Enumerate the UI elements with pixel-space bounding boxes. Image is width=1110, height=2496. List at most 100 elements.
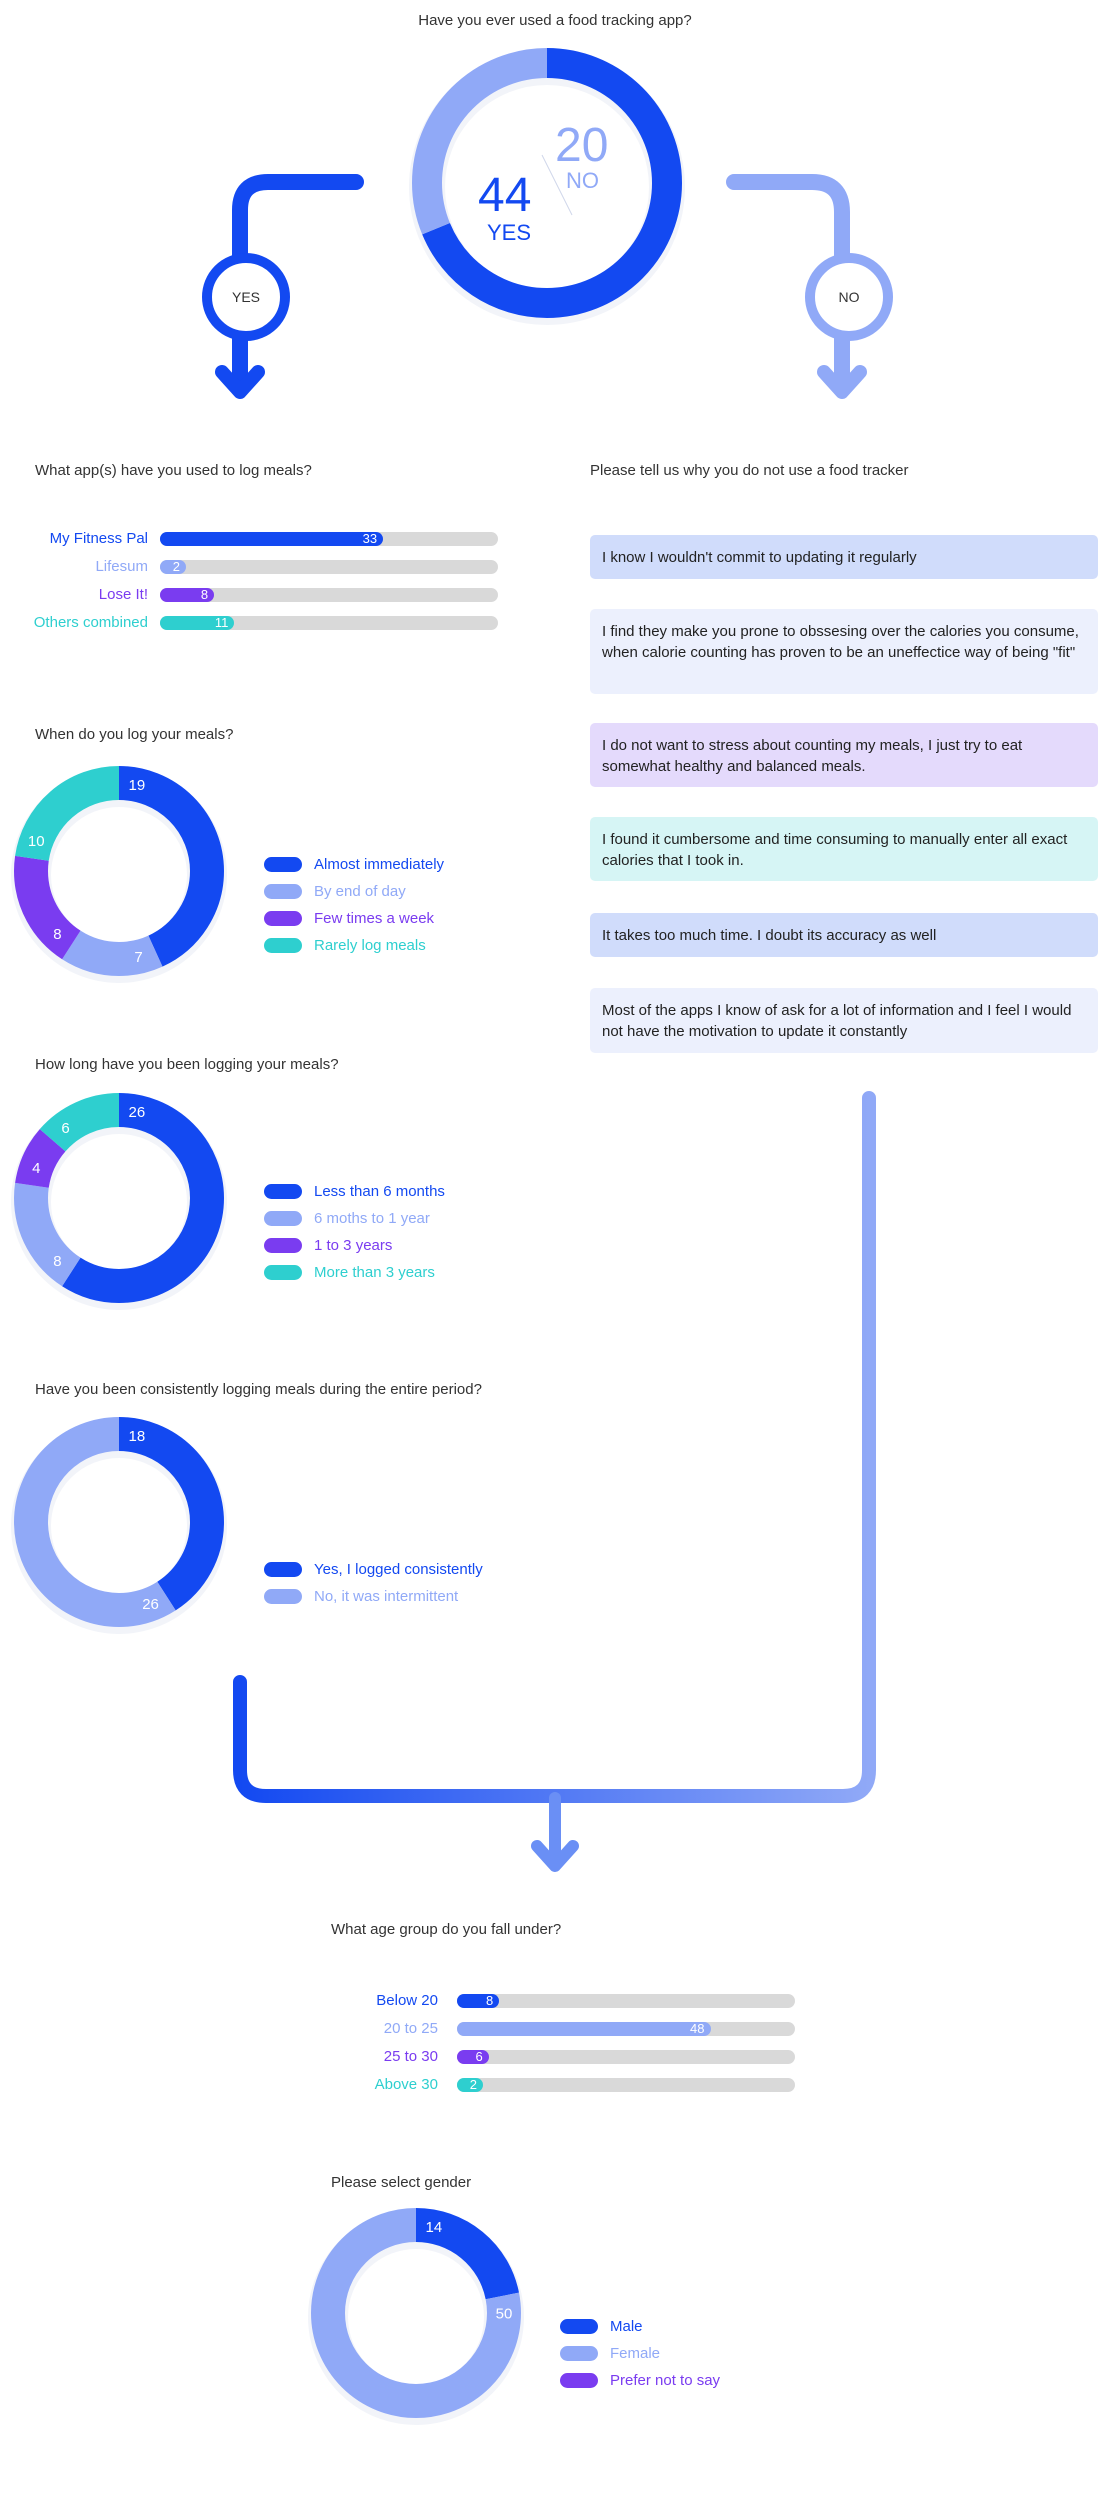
legend-label: More than 3 years: [314, 1264, 435, 1281]
legend-item-by-end-of-day: By end of day: [264, 878, 444, 905]
legend-item-less-than-6-months: Less than 6 months: [264, 1178, 445, 1205]
bar-label-above-30: Above 30: [374, 2076, 438, 2093]
slice-label-rarely-log-meals: 10: [28, 833, 45, 850]
legend-label: Female: [610, 2345, 661, 2362]
bar-value-25-to-30: 6: [475, 2049, 483, 2064]
bar-value-above-30: 2: [469, 2077, 477, 2092]
bar-value-lifesum: 2: [172, 559, 180, 574]
legend-label: Less than 6 months: [314, 1183, 445, 1200]
when-question: When do you log your meals?: [35, 726, 234, 743]
legend-item-6-moths-to-1-year: 6 moths to 1 year: [264, 1205, 445, 1232]
slice-label-female: 50: [496, 2306, 513, 2323]
gender-question: Please select gender: [331, 2174, 472, 2191]
howlong-legend: Less than 6 months 6 moths to 1 year 1 to …: [264, 1178, 445, 1286]
slice-label-male: 14: [426, 2219, 443, 2236]
slice-label-1-to-3-years: 4: [32, 1160, 40, 1177]
bar-label-lose-it: Lose It!: [98, 586, 148, 603]
legend-label: Rarely log meals: [314, 937, 426, 954]
bar-label-below-20: Below 20: [376, 1992, 438, 2009]
consistent-donut: 1826: [11, 1417, 227, 1634]
legend-item-rarely-log-meals: Rarely log meals: [264, 932, 444, 959]
legend-label: 1 to 3 years: [314, 1237, 393, 1254]
intro-yes-value: 44: [478, 169, 532, 222]
intro-divider: [541, 154, 573, 216]
bar-value-below-20: 8: [486, 1993, 494, 2008]
legend-swatch: [264, 1238, 302, 1253]
yes-node: YES: [202, 253, 290, 341]
bar-value-20-to-25: 48: [690, 2021, 705, 2036]
legend-item-male: Male: [560, 2313, 720, 2340]
reason-card-4: I found it cumbersome and time consuming…: [590, 817, 1098, 881]
bar-value-my-fitness-pal: 33: [362, 531, 378, 546]
legend-swatch: [264, 1589, 302, 1604]
legend-label: Almost immediately: [314, 856, 445, 873]
bar-label-25-to-30: 25 to 30: [383, 2048, 438, 2065]
legend-swatch: [264, 938, 302, 953]
legend-label: Prefer not to say: [610, 2372, 721, 2389]
legend-label: Few times a week: [314, 910, 435, 927]
legend-item-1-to-3-years: 1 to 3 years: [264, 1232, 445, 1259]
legend-swatch: [264, 884, 302, 899]
slice-label-yes-i-logged-consistently: 18: [129, 1428, 146, 1445]
consistent-question: Have you been consistently logging meals…: [35, 1381, 482, 1398]
legend-swatch: [264, 1211, 302, 1226]
bar-track: [457, 2050, 795, 2064]
legend-label: Male: [610, 2318, 643, 2335]
howlong-donut: 26 8 4 6: [11, 1093, 227, 1310]
apps-bar-chart: My Fitness Pal 33 Lifesum 2 Lose It! 8 Others …: [0, 530, 520, 650]
reason-card-3: I do not want to stress about counting m…: [590, 723, 1098, 787]
bar-track: [160, 560, 498, 574]
reasons-question: Please tell us why you do not use a food…: [590, 462, 909, 479]
slice-label-no-it-was-intermittent: 26: [142, 1596, 159, 1613]
yes-node-label: YES: [231, 289, 260, 305]
slice-label-6-moths-to-1-year: 8: [53, 1253, 61, 1270]
bar-label-my-fitness-pal: My Fitness Pal: [49, 530, 148, 547]
howlong-question: How long have you been logging your meal…: [35, 1056, 339, 1073]
bar-value-others-combined: 11: [214, 615, 229, 630]
reason-card-1: I know I wouldn't commit to updating it …: [590, 535, 1098, 579]
intro-yes-label: YES: [487, 220, 532, 245]
bar-track: [457, 1994, 795, 2008]
legend-item-almost-immediately: Almost immediately: [264, 851, 444, 878]
legend-swatch: [264, 857, 302, 872]
age-question: What age group do you fall under?: [331, 1921, 562, 1938]
gender-donut: 14 50: [308, 2208, 524, 2425]
when-legend: Almost immediately By end of day Few times…: [264, 851, 444, 959]
legend-swatch: [264, 1184, 302, 1199]
legend-swatch: [264, 1265, 302, 1280]
legend-item-no-it-was-intermittent: No, it was intermittent: [264, 1583, 483, 1610]
legend-label: 6 moths to 1 year: [314, 1210, 430, 1227]
legend-swatch: [560, 2319, 598, 2334]
no-node-label: NO: [838, 289, 860, 305]
slice-label-few-times-a-week: 8: [53, 926, 61, 943]
slice-label-more-than-3-years: 6: [61, 1120, 69, 1137]
legend-label: No, it was intermittent: [314, 1588, 459, 1605]
slice-label-less-than-6-months: 26: [129, 1104, 146, 1121]
legend-item-prefer-not-to-say: Prefer not to say: [560, 2367, 720, 2394]
no-node: NO: [805, 253, 893, 341]
gender-legend: Male Female Prefer not to say: [560, 2313, 720, 2394]
slice-label-almost-immediately: 19: [129, 777, 146, 794]
intro-question: Have you ever used a food tracking app?: [418, 12, 692, 29]
legend-label: Yes, I logged consistently: [314, 1561, 483, 1578]
reason-card-2: I find they make you prone to obssesing …: [590, 609, 1098, 694]
legend-label: By end of day: [314, 883, 406, 900]
legend-item-yes-i-logged-consistently: Yes, I logged consistently: [264, 1556, 483, 1583]
legend-swatch: [264, 911, 302, 926]
bar-my-fitness-pal: [160, 532, 384, 546]
legend-swatch: [560, 2373, 598, 2388]
consistent-legend: Yes, I logged consistently No, it was int…: [264, 1556, 483, 1610]
legend-item-few-times-a-week: Few times a week: [264, 905, 444, 932]
reason-card-6: Most of the apps I know of ask for a lot…: [590, 988, 1098, 1053]
bar-track: [457, 2078, 795, 2092]
apps-question: What app(s) have you used to log meals?: [35, 462, 312, 479]
reason-card-5: It takes too much time. I doubt its accu…: [590, 913, 1098, 957]
legend-item-more-than-3-years: More than 3 years: [264, 1259, 445, 1286]
when-donut: 19 7 8 10: [11, 766, 227, 983]
bar-20-to-25: [457, 2022, 711, 2036]
slice-label-by-end-of-day: 7: [134, 949, 142, 966]
bar-value-lose-it: 8: [200, 587, 209, 602]
bar-label-20-to-25: 20 to 25: [383, 2020, 438, 2037]
bar-label-lifesum: Lifesum: [95, 558, 148, 575]
age-bar-chart: Below 20 8 20 to 25 48 25 to 30 6 Above 30 2: [0, 1992, 820, 2112]
